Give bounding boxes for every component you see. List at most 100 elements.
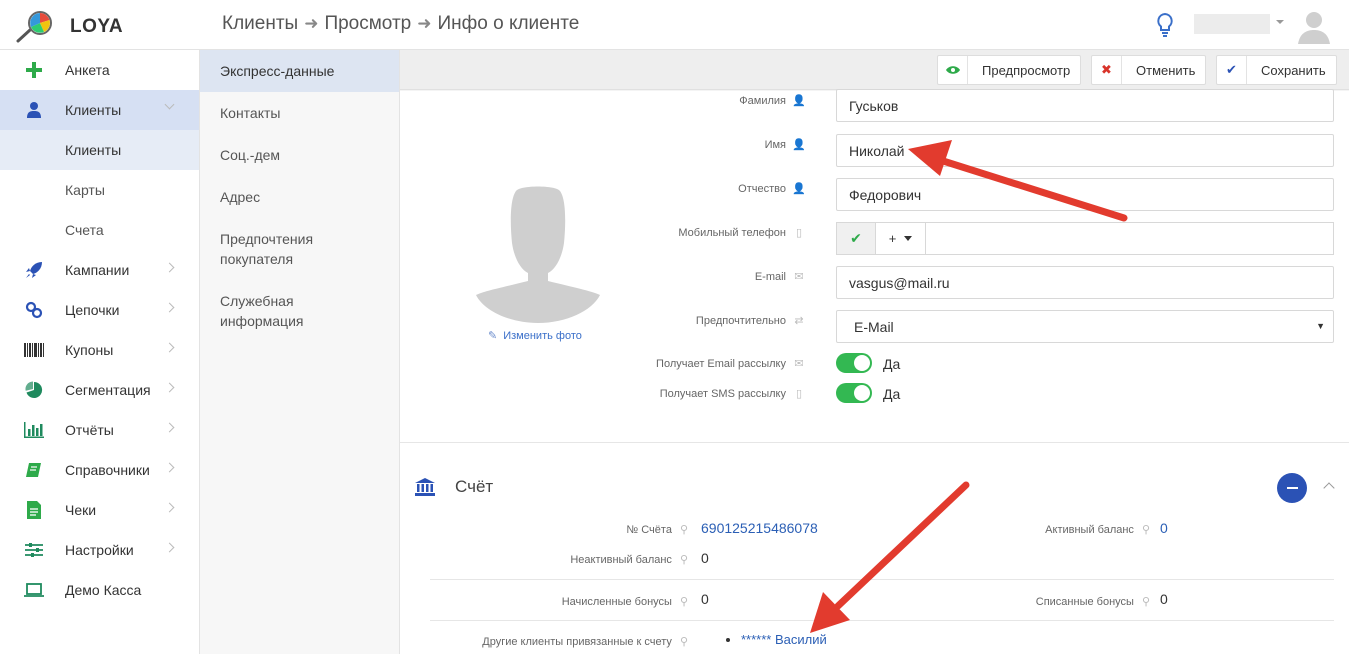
chevron-down-icon bbox=[164, 99, 175, 110]
logo[interactable]: LOYA bbox=[16, 10, 123, 44]
subnav-item-preferences[interactable]: Предпочтения покупателя bbox=[200, 218, 399, 280]
map-marker-icon: ⚲ bbox=[679, 636, 688, 648]
sidebar-item-segmentation[interactable]: Сегментация bbox=[0, 370, 199, 410]
section-divider bbox=[400, 442, 1349, 443]
sidebar-item-clients[interactable]: Клиенты bbox=[0, 90, 199, 130]
first-name-field[interactable]: Николай bbox=[836, 134, 1334, 167]
accrued-bonuses-value: 0 bbox=[701, 591, 709, 607]
written-off-bonuses-value: 0 bbox=[1160, 591, 1168, 607]
last-name-label: Фамилия 👤 bbox=[739, 94, 806, 108]
sidebar-item-settings[interactable]: Настройки bbox=[0, 530, 199, 570]
preferred-channel-select[interactable]: E-Mail ▼ bbox=[836, 310, 1334, 343]
map-marker-icon: ⚲ bbox=[679, 554, 688, 566]
email-subscription-label-text: Получает Email рассылку bbox=[656, 357, 786, 370]
last-name-label-text: Фамилия bbox=[739, 94, 786, 107]
caret-down-icon[interactable] bbox=[1276, 20, 1284, 24]
email-subscription-label: Получает Email рассылку ✉ bbox=[656, 357, 804, 371]
sidebar-subitem-clients[interactable]: Клиенты bbox=[0, 130, 199, 170]
inactive-balance-label: Неактивный баланс ⚲ bbox=[570, 553, 688, 567]
email-label: E-mail ✉ bbox=[755, 270, 804, 284]
sidebar-item-demo-cashbox[interactable]: Демо Касса bbox=[0, 570, 199, 610]
linked-clients-label-text: Другие клиенты привязанные к счету bbox=[482, 635, 672, 648]
subnav-item-contacts[interactable]: Контакты bbox=[200, 92, 399, 134]
sidebar-item-coupons[interactable]: Купоны bbox=[0, 330, 199, 370]
phone-country-code-select[interactable]: + bbox=[875, 222, 926, 255]
email-subscription-toggle[interactable] bbox=[836, 353, 872, 373]
last-name-field[interactable]: Гуськов bbox=[836, 89, 1334, 122]
collapse-section-button[interactable] bbox=[1277, 473, 1307, 503]
sidebar-item-label: Клиенты bbox=[65, 102, 122, 118]
phone-label-text: Мобильный телефон bbox=[678, 226, 786, 239]
email-subscription-value: Да bbox=[883, 356, 901, 372]
sms-subscription-toggle[interactable] bbox=[836, 383, 872, 403]
first-name-label-text: Имя bbox=[764, 138, 786, 151]
cancel-button[interactable]: ✖ Отменить bbox=[1091, 55, 1207, 85]
sidebar: Анкета Клиенты Клиенты Карты Счета Кампа… bbox=[0, 50, 200, 654]
chevron-right-icon bbox=[164, 382, 175, 393]
profile-photo-placeholder bbox=[476, 186, 600, 323]
map-marker-icon: ⚲ bbox=[1141, 524, 1150, 536]
mobile-icon: ▯ bbox=[795, 227, 803, 239]
subnav-item-service-info[interactable]: Служебная информация bbox=[200, 280, 399, 342]
sidebar-item-receipts[interactable]: Чеки bbox=[0, 490, 199, 530]
eye-icon bbox=[938, 56, 968, 84]
first-name-label: Имя 👤 bbox=[764, 138, 806, 152]
change-photo-label: Изменить фото bbox=[503, 329, 582, 342]
user-menu[interactable] bbox=[1194, 14, 1270, 34]
account-number-label: № Счёта ⚲ bbox=[626, 523, 688, 537]
phone-number-input[interactable] bbox=[925, 222, 1334, 255]
pencil-icon: ✎ bbox=[488, 330, 498, 342]
preferred-channel-value: E-Mail bbox=[854, 318, 894, 335]
breadcrumb-item-clients[interactable]: Клиенты bbox=[222, 13, 298, 35]
breadcrumb-item-view[interactable]: Просмотр bbox=[324, 13, 411, 35]
change-photo-link[interactable]: ✎ Изменить фото bbox=[488, 329, 582, 343]
email-value: vasgus@mail.ru bbox=[849, 274, 950, 291]
envelope-icon: ✉ bbox=[794, 358, 804, 370]
sidebar-item-reports[interactable]: Отчёты bbox=[0, 410, 199, 450]
sidebar-item-questionnaire[interactable]: Анкета bbox=[0, 50, 199, 90]
account-number-value[interactable]: 690125215486078 bbox=[701, 520, 818, 536]
email-field[interactable]: vasgus@mail.ru bbox=[836, 266, 1334, 299]
last-name-value: Гуськов bbox=[849, 97, 899, 114]
sidebar-item-campaigns[interactable]: Кампании bbox=[0, 250, 199, 290]
preview-button-label: Предпросмотр bbox=[982, 62, 1071, 78]
active-balance-label-text: Активный баланс bbox=[1045, 523, 1134, 536]
subnav-item-express-data[interactable]: Экспресс-данные bbox=[200, 50, 399, 92]
avatar[interactable] bbox=[1296, 8, 1332, 44]
accrued-bonuses-label-text: Начисленные бонусы bbox=[561, 595, 672, 608]
sms-subscription-value: Да bbox=[883, 386, 901, 402]
account-section-title: Счёт bbox=[455, 477, 494, 496]
caret-down-icon bbox=[904, 236, 913, 241]
sidebar-item-label: Отчёты bbox=[65, 422, 114, 438]
sidebar-subitem-accounts[interactable]: Счета bbox=[0, 210, 199, 250]
sidebar-item-label: Справочники bbox=[65, 462, 150, 478]
middle-name-field[interactable]: Федорович bbox=[836, 178, 1334, 211]
chevron-right-icon bbox=[164, 502, 175, 513]
sidebar-item-chains[interactable]: Цепочки bbox=[0, 290, 199, 330]
preview-button[interactable]: Предпросмотр bbox=[937, 55, 1082, 85]
bar-chart-icon bbox=[24, 421, 44, 439]
sidebar-item-label: Чеки bbox=[65, 502, 97, 518]
sidebar-item-directories[interactable]: Справочники bbox=[0, 450, 199, 490]
chain-icon bbox=[24, 301, 44, 319]
inactive-balance-value: 0 bbox=[701, 550, 709, 566]
phone-verified-check[interactable]: ✔ bbox=[836, 222, 876, 255]
linked-client-link[interactable]: ****** Василий bbox=[741, 632, 827, 647]
subnav-item-socdem[interactable]: Соц.-дем bbox=[200, 134, 399, 176]
map-marker-icon: ⚲ bbox=[679, 596, 688, 608]
lightbulb-icon[interactable] bbox=[1156, 12, 1174, 38]
phone-code-value: + bbox=[888, 231, 897, 246]
sidebar-subitem-cards[interactable]: Карты bbox=[0, 170, 199, 210]
user-icon: 👤 bbox=[792, 95, 806, 107]
chevron-right-icon bbox=[164, 542, 175, 553]
subnav-item-address[interactable]: Адрес bbox=[200, 176, 399, 218]
save-button[interactable]: ✔ Сохранить bbox=[1216, 55, 1337, 85]
user-icon: 👤 bbox=[792, 183, 806, 195]
map-marker-icon: ⚲ bbox=[1141, 596, 1150, 608]
user-icon bbox=[24, 101, 44, 119]
sidebar-item-label: Счета bbox=[65, 222, 104, 238]
chevron-right-icon bbox=[164, 302, 175, 313]
logo-text: LOYA bbox=[70, 16, 124, 37]
sidebar-item-label: Демо Касса bbox=[65, 582, 142, 598]
active-balance-value[interactable]: 0 bbox=[1160, 520, 1168, 536]
